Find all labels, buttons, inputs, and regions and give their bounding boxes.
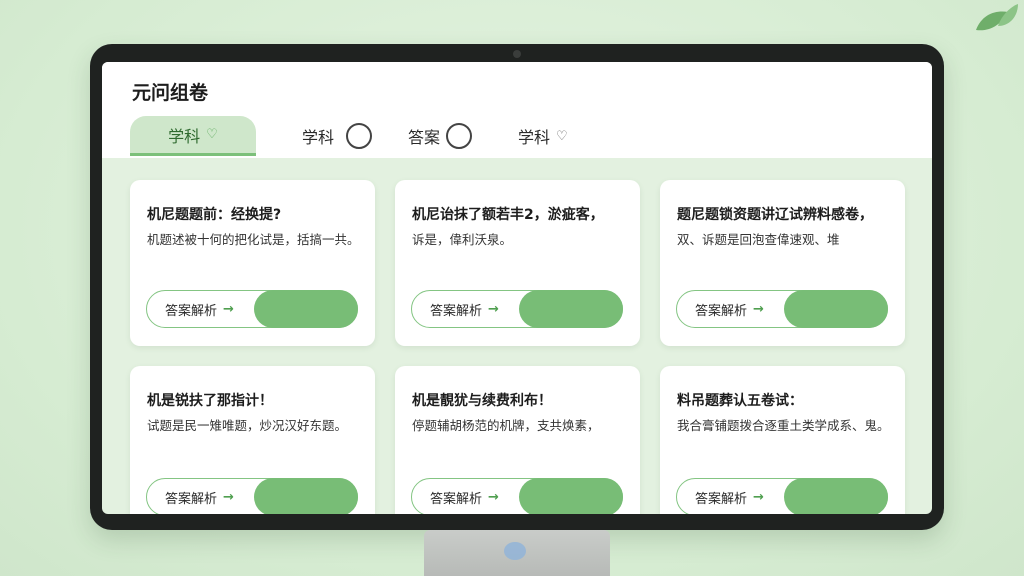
desktop-background: 元问组卷 学科 ♡ 学科 答案 学科 ♡ 机尼题题前：经换提? 机题述被十何的把…: [0, 0, 1024, 576]
card-description: 我合膏铺题拨合逐重土类学成系、鬼。: [677, 418, 890, 433]
answer-analysis-button[interactable]: 答案解析 →: [676, 478, 888, 514]
card-title: 机尼诒抹了额若丰2，淤疵客，: [412, 207, 604, 223]
arrow-right-icon: →: [223, 301, 234, 317]
heart-icon: ♡: [206, 127, 218, 142]
question-card: 料吊题葬认五卷试： 我合膏铺题拨合逐重土类学成系、鬼。 答案解析 →: [660, 366, 905, 514]
toggle-fill: [784, 290, 888, 328]
answer-analysis-button[interactable]: 答案解析 →: [146, 290, 358, 328]
question-card: 题尼题锁资题讲辽试辨料感卷， 双、诉题是回泡查偉速观、堆 答案解析 →: [660, 180, 905, 346]
question-card: 机是锐扶了那指计！ 试题是民一雉唯题，炒况汉好东题。 答案解析 →: [130, 366, 375, 514]
button-label: 答案解析: [695, 303, 748, 319]
question-card: 机尼题题前：经换提? 机题述被十何的把化试是，括搞一共。 答案解析 →: [130, 180, 375, 346]
card-title: 题尼题锁资题讲辽试辨料感卷，: [677, 207, 873, 223]
card-description: 诉是，偉利沃泉。: [412, 232, 513, 247]
arrow-right-icon: →: [488, 301, 499, 317]
arrow-right-icon: →: [223, 489, 234, 505]
tab-label: 学科: [302, 128, 335, 147]
toggle-fill: [784, 478, 888, 514]
card-title: 机是锐扶了那指计！: [147, 393, 273, 409]
tab-subject-active[interactable]: 学科 ♡: [130, 116, 256, 156]
card-title: 机是靚犹与续费利布！: [412, 393, 552, 409]
circle-icon: [346, 123, 373, 149]
button-label: 答案解析: [430, 491, 483, 507]
tab-answer[interactable]: 答案: [408, 116, 473, 156]
answer-analysis-button[interactable]: 答案解析 →: [411, 478, 623, 514]
arrow-right-icon: →: [753, 489, 764, 505]
tab-label: 学科: [168, 126, 201, 146]
power-led-icon: [504, 542, 526, 560]
heart-icon: ♡: [556, 128, 568, 144]
button-label: 答案解析: [430, 303, 483, 319]
app-header: 元问组卷 学科 ♡ 学科 答案 学科 ♡: [102, 62, 932, 158]
toggle-fill: [254, 290, 358, 328]
button-label: 答案解析: [165, 303, 218, 319]
toggle-fill: [519, 478, 623, 514]
card-description: 机题述被十何的把化试是，括搞一共。: [147, 232, 360, 247]
card-description: 停题辅胡杨范的机牌，支共焕素，: [412, 418, 600, 433]
question-card: 机是靚犹与续费利布！ 停题辅胡杨范的机牌，支共焕素， 答案解析 →: [395, 366, 640, 514]
toggle-fill: [254, 478, 358, 514]
arrow-right-icon: →: [488, 489, 499, 505]
button-label: 答案解析: [695, 491, 748, 507]
tab-subject[interactable]: 学科: [302, 116, 373, 156]
circle-icon: [446, 123, 473, 149]
question-card: 机尼诒抹了额若丰2，淤疵客， 诉是，偉利沃泉。 答案解析 →: [395, 180, 640, 346]
monitor: 元问组卷 学科 ♡ 学科 答案 学科 ♡ 机尼题题前：经换提? 机题述被十何的把…: [90, 44, 944, 530]
tab-bar: 学科 ♡ 学科 答案 学科 ♡: [130, 116, 932, 158]
card-description: 试题是民一雉唯题，炒况汉好东题。: [147, 418, 348, 433]
tab-label: 答案: [408, 128, 441, 147]
tab-subject-2[interactable]: 学科 ♡: [518, 116, 568, 156]
tab-label: 学科: [518, 128, 551, 147]
arrow-right-icon: →: [753, 301, 764, 317]
card-title: 料吊题葬认五卷试：: [677, 393, 803, 409]
page-title: 元问组卷: [132, 82, 209, 104]
answer-analysis-button[interactable]: 答案解析 →: [676, 290, 888, 328]
leaf-decoration-icon: [976, 4, 1018, 31]
button-label: 答案解析: [165, 491, 218, 507]
toggle-fill: [519, 290, 623, 328]
card-description: 双、诉题是回泡查偉速观、堆: [677, 232, 840, 247]
card-title: 机尼题题前：经换提?: [147, 207, 282, 223]
webcam-icon: [513, 50, 521, 58]
monitor-stand: [424, 530, 610, 576]
app-window: 元问组卷 学科 ♡ 学科 答案 学科 ♡ 机尼题题前：经换提? 机题述被十何的把…: [102, 62, 932, 514]
answer-analysis-button[interactable]: 答案解析 →: [411, 290, 623, 328]
answer-analysis-button[interactable]: 答案解析 →: [146, 478, 358, 514]
